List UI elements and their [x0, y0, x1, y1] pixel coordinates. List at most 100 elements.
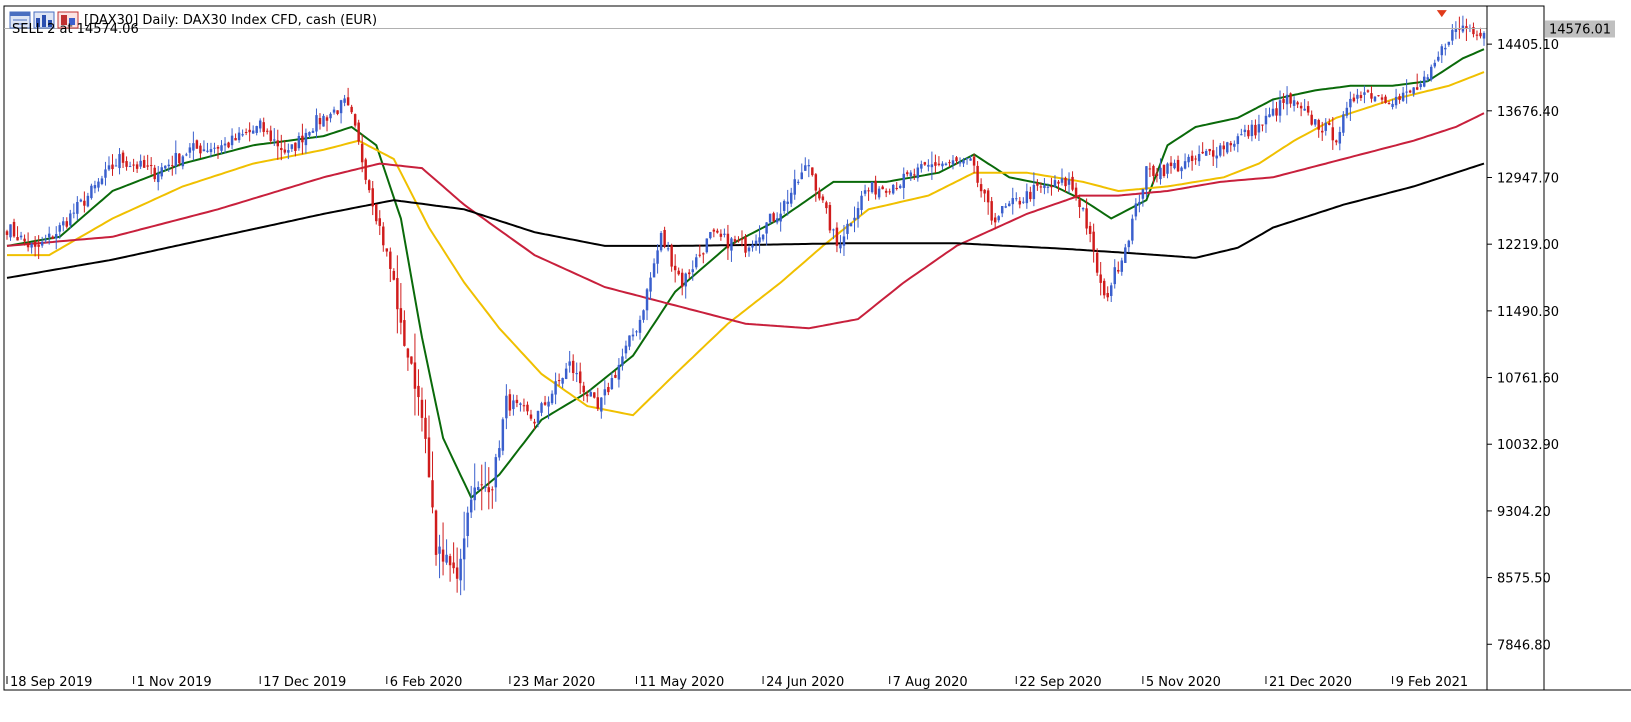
y-tick-label: 12219.00 [1497, 238, 1559, 253]
candle-body [1102, 280, 1106, 296]
candle-body [455, 567, 459, 579]
candle-body [1018, 200, 1022, 205]
candle-body [1380, 97, 1384, 100]
candle-body [684, 273, 687, 287]
candle [659, 231, 663, 253]
candle-body [266, 130, 269, 132]
candle-body [1029, 191, 1032, 200]
candle-body [501, 419, 505, 451]
candle-body [371, 188, 374, 207]
candle-body [132, 164, 135, 166]
price-chart[interactable]: 14405.10 13676.40 12947.70 12219.00 11490.30… [0, 0, 1631, 722]
candle-body [237, 132, 241, 141]
candle-body [178, 153, 181, 164]
candle-body [1106, 292, 1109, 298]
candle [410, 356, 413, 365]
candle-body [856, 208, 860, 219]
candle-body [195, 140, 199, 149]
candle-body [1124, 247, 1127, 263]
candle-body [199, 145, 202, 154]
candle-body [923, 162, 927, 165]
candle-body [438, 546, 441, 554]
candle-body [849, 223, 853, 227]
x-tick-label: 22 Sep 2020 [1019, 675, 1101, 690]
x-tick-label: 24 Jun 2020 [766, 675, 844, 690]
candle-body [1398, 96, 1401, 100]
y-tick-label: 11490.30 [1497, 305, 1559, 320]
candle-body [607, 386, 610, 393]
candle-body [1303, 108, 1306, 111]
candle-body [1236, 136, 1240, 145]
candle-body [1155, 173, 1159, 177]
candle-body [1324, 122, 1327, 131]
x-tick-label: 18 Sep 2019 [10, 675, 92, 690]
candle-body [976, 165, 979, 183]
candle-body [346, 97, 350, 106]
candle-body [280, 147, 283, 151]
candle-body [121, 152, 125, 163]
candle [705, 238, 709, 254]
candle-body [1437, 56, 1440, 61]
candle-body [1000, 206, 1004, 214]
candle-body [484, 486, 487, 489]
candle-body [188, 147, 192, 153]
candle-body [174, 152, 178, 167]
candle-body [642, 310, 645, 320]
candle-body [1043, 185, 1046, 189]
candle-body [986, 190, 990, 203]
candle-body [751, 244, 754, 248]
candle-body [297, 136, 301, 149]
candle-body [1127, 240, 1131, 248]
candle-body [761, 234, 765, 240]
candle-body [290, 144, 294, 149]
candle-body [1370, 93, 1373, 99]
x-tick-label: 9 Feb 2021 [1396, 675, 1469, 690]
candle-body [631, 334, 635, 337]
candle-body [603, 389, 607, 396]
candle-body [1415, 87, 1419, 90]
candle-body [593, 392, 596, 398]
x-tick-label: 1 Nov 2019 [137, 675, 212, 690]
candle [501, 417, 505, 456]
candle-body [230, 135, 234, 146]
candle-body [487, 487, 491, 493]
candle-body [62, 221, 65, 226]
candle-body [1479, 32, 1482, 37]
candle-body [392, 270, 396, 280]
candle-body [209, 149, 213, 153]
candle-body [452, 562, 455, 569]
candle [828, 201, 832, 234]
candle-body [125, 161, 128, 167]
candle-body [505, 395, 508, 419]
candle-body [807, 165, 811, 167]
candle-body [1088, 225, 1092, 234]
candle-body [730, 238, 733, 251]
candle-body [663, 229, 666, 247]
candle-body [529, 414, 533, 419]
candle-body [1433, 62, 1436, 67]
candle-body [1201, 151, 1204, 154]
candle-body [1173, 162, 1176, 169]
candle-body [716, 230, 719, 233]
candle-body [1247, 130, 1250, 137]
candle-body [1289, 93, 1292, 104]
candle-body [884, 190, 888, 193]
candle-body [1145, 166, 1148, 190]
candle-body [9, 224, 12, 238]
candle-body [86, 195, 90, 207]
candle-body [1384, 96, 1387, 103]
candle-body [385, 248, 389, 252]
candle-body [1282, 99, 1285, 103]
candle-body [406, 348, 410, 358]
candle-body [1211, 150, 1215, 157]
candle-body [1444, 47, 1447, 50]
candle-body [723, 233, 726, 235]
candle-body [1229, 143, 1233, 146]
candle-body [818, 190, 821, 199]
candle-body [610, 378, 614, 390]
candle-body [870, 181, 874, 193]
candle-body [413, 362, 417, 389]
candle-body [206, 150, 209, 152]
y-tick-label: 12947.70 [1497, 171, 1559, 186]
candle-body [645, 289, 649, 311]
